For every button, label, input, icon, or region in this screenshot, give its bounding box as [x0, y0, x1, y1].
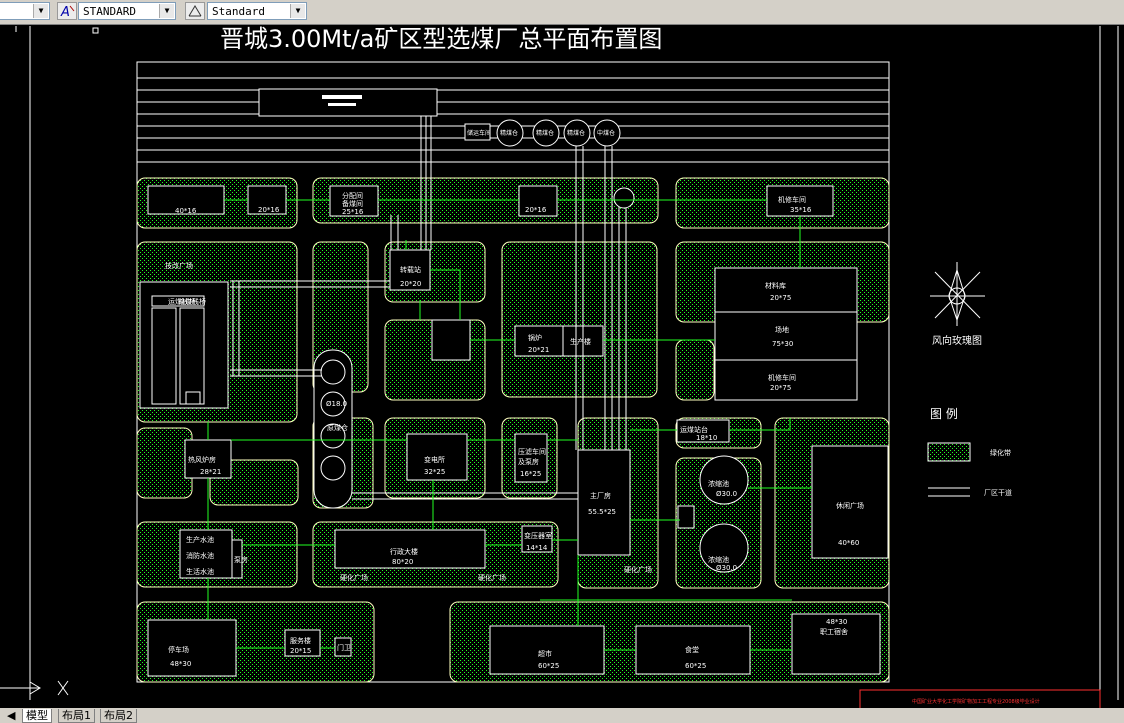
- building-size: 20*75: [770, 384, 791, 392]
- layout-tabs: ◀ 模型 布局1 布局2: [0, 708, 1124, 723]
- building-label: 精煤仓: [500, 129, 518, 137]
- building-size: 60*25: [538, 662, 559, 670]
- loading-station-mark: [322, 95, 362, 99]
- legend-green-label: 绿化带: [990, 448, 1011, 457]
- loading-station[interactable]: [258, 88, 438, 117]
- building-size: 25*16: [342, 208, 364, 216]
- tab-layout1[interactable]: 布局1: [58, 709, 95, 723]
- chevron-down-icon: ▼: [290, 4, 305, 18]
- building-label: 分配间: [342, 191, 363, 200]
- building-size: 55.5*25: [588, 508, 616, 516]
- drawing-title: 晋城3.00Mt/a矿区型选煤厂总平面布置图: [220, 25, 662, 53]
- building-size: 18*10: [696, 434, 717, 442]
- building-label: 硬化广场: [340, 573, 368, 582]
- tab-model[interactable]: 模型: [22, 709, 52, 723]
- building-size: 20*16: [258, 206, 280, 214]
- building-label: 压滤车间: [518, 447, 546, 456]
- building-label: 生活水池: [186, 567, 214, 576]
- svg-text:A: A: [60, 5, 70, 19]
- building-label: 休闲广场: [836, 501, 864, 510]
- title-block-text: 中国矿业大学化工学院矿物加工工程专业2008级毕业设计: [912, 698, 1040, 705]
- building-size: 48*30: [170, 660, 191, 668]
- building-label: 浓缩池: [708, 555, 729, 564]
- building-size: 32*25: [424, 468, 445, 476]
- building-label: 消防水池: [186, 551, 214, 560]
- building-label: 输煤栈桥: [178, 297, 206, 306]
- building-size: Ø30.0: [716, 564, 737, 572]
- chevron-down-icon: ▼: [33, 4, 48, 18]
- legend-road-label: 厂区干道: [984, 488, 1012, 497]
- building-label: 泵房: [234, 555, 248, 564]
- building-label: 热风炉房: [188, 455, 216, 464]
- building-label: 机修车间: [778, 195, 806, 204]
- building-size: 60*25: [685, 662, 706, 670]
- dim-style-combo[interactable]: Standard ▼: [207, 2, 307, 20]
- building-label: 运煤站台: [680, 425, 708, 434]
- building-size: 40*16: [175, 207, 197, 215]
- building-label: 硬化广场: [478, 573, 506, 582]
- legend-road-swatch: [928, 487, 970, 497]
- text-style-icon[interactable]: A: [57, 2, 77, 20]
- chevron-down-icon: ▼: [159, 4, 174, 18]
- building-label: 锅炉: [528, 333, 542, 342]
- toolbar: ▼ A STANDARD ▼ Standard ▼: [0, 0, 1124, 25]
- building-label: 变电所: [424, 455, 445, 464]
- building-size: 16*25: [520, 470, 541, 478]
- building-size: 20*15: [290, 647, 311, 655]
- building-label: 转载站: [400, 265, 421, 274]
- building-label: 及泵房: [518, 457, 539, 466]
- building-label: 生产楼: [570, 337, 591, 346]
- building-label: 材料库: [765, 281, 786, 290]
- building-size: 20*21: [528, 346, 549, 354]
- building-label: 变压器室: [524, 531, 552, 540]
- building-label: 机修车间: [768, 373, 796, 382]
- windrose-label: 风向玫瑰图: [932, 334, 982, 347]
- layer-combo[interactable]: ▼: [0, 2, 50, 20]
- building-label: 储运车间: [467, 129, 491, 137]
- building-label: 服务楼: [290, 636, 311, 645]
- building-label: 原煤仓: [327, 423, 348, 432]
- building-size: 75*30: [772, 340, 793, 348]
- building-size: 14*14: [526, 544, 548, 552]
- tab-layout2[interactable]: 布局2: [100, 709, 137, 723]
- building-label: 场地: [775, 325, 789, 334]
- building-size: 28*21: [200, 468, 221, 476]
- windrose-icon: [930, 262, 985, 326]
- building-label: 备煤间: [342, 199, 363, 208]
- building-label: 浓缩池: [708, 479, 729, 488]
- ucs-icon: [0, 680, 69, 696]
- building-size: 48*30: [826, 618, 847, 626]
- building-label: 精煤仓: [536, 129, 554, 137]
- building-size: 80*20: [392, 558, 413, 566]
- building-label: 门卫: [337, 643, 351, 652]
- loading-station-mark: [328, 103, 356, 106]
- building-label: 职工宿舍: [820, 627, 848, 636]
- text-style-combo[interactable]: STANDARD ▼: [78, 2, 176, 20]
- building-label: 技改广场: [165, 261, 193, 270]
- transfer-tower: [613, 187, 635, 209]
- building-label: 食堂: [685, 645, 699, 654]
- drawing-canvas[interactable]: 晋城3.00Mt/a矿区型选煤厂总平面布置图 储运车间 精煤仓 精煤仓 精煤仓 …: [0, 24, 1124, 711]
- tab-scroll-left-icon[interactable]: ◀: [4, 709, 18, 722]
- building-label: 硬化广场: [624, 565, 652, 574]
- legend-title: 图 例: [930, 407, 958, 421]
- building-size: Ø30.0: [716, 490, 737, 498]
- building-size: 40*60: [838, 539, 859, 547]
- building-size: Ø18.0: [326, 400, 347, 408]
- building-label: 生产水池: [186, 535, 214, 544]
- building-label: 超市: [538, 649, 552, 658]
- building-size: 20*20: [400, 280, 421, 288]
- building-size: 20*75: [770, 294, 791, 302]
- building-label: 精煤仓: [567, 129, 585, 137]
- building-label: 行政大楼: [390, 547, 418, 556]
- building-label: 停车场: [168, 645, 189, 654]
- legend-green-swatch: [927, 442, 971, 462]
- building-size: 20*16: [525, 206, 547, 214]
- building-size: 35*16: [790, 206, 812, 214]
- dim-style-icon[interactable]: [185, 2, 205, 20]
- building-label: 中煤仓: [597, 129, 615, 137]
- building-label: 主厂房: [590, 491, 611, 500]
